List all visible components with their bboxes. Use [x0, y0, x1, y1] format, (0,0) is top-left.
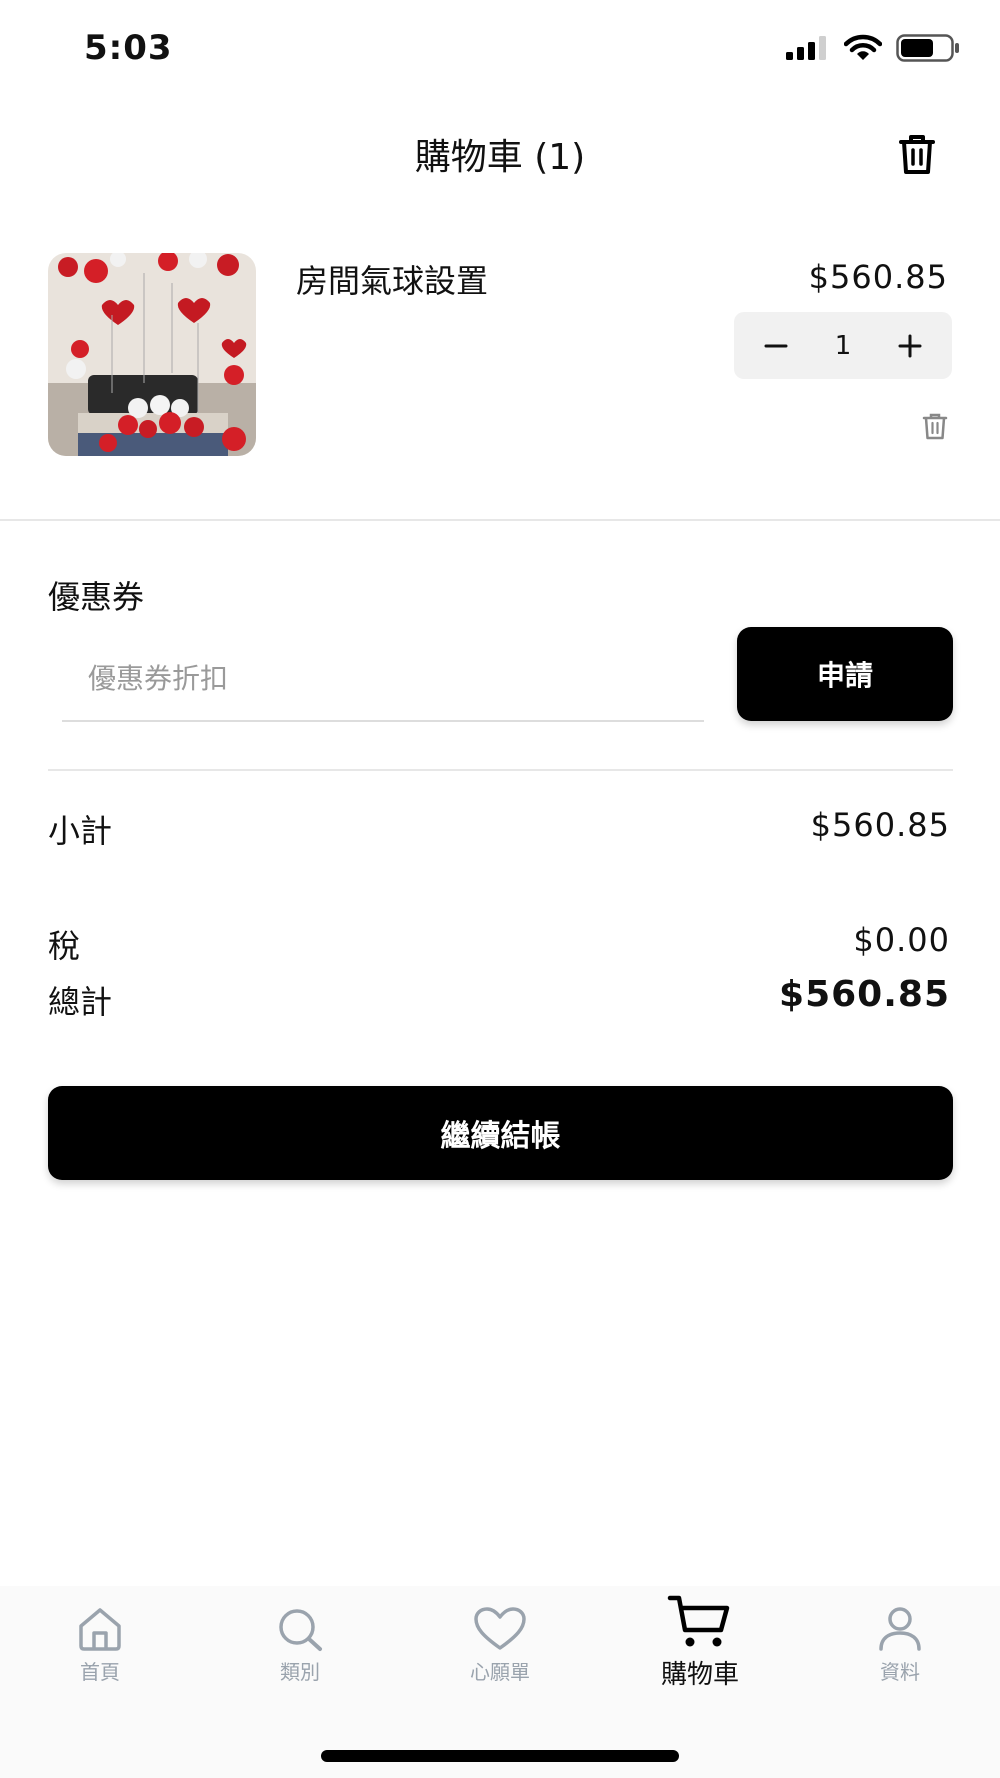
cart-icon — [667, 1595, 730, 1647]
divider — [48, 769, 953, 771]
status-icons — [786, 34, 960, 62]
coupon-input[interactable] — [62, 636, 704, 722]
quantity-stepper: 1 — [734, 312, 952, 379]
nav-item-cart[interactable]: 購物車 — [600, 1594, 800, 1691]
divider — [0, 519, 1000, 521]
tax-value: $0.00 — [853, 921, 950, 959]
minus-icon — [764, 344, 788, 347]
clear-cart-trash-icon[interactable] — [893, 130, 941, 178]
balloon-room-photo — [48, 253, 256, 456]
subtotal-label: 小計 — [48, 812, 113, 850]
tax-label: 稅 — [48, 927, 81, 965]
nav-label: 首頁 — [80, 1660, 120, 1684]
total-value: $560.85 — [779, 974, 950, 1015]
total-label: 總計 — [48, 983, 113, 1021]
checkout-button[interactable]: 繼續結帳 — [48, 1086, 953, 1180]
battery-icon — [896, 34, 959, 62]
home-indicator — [321, 1750, 679, 1762]
home-icon — [79, 1608, 121, 1651]
nav-label: 類別 — [280, 1660, 320, 1684]
plus-icon — [898, 334, 922, 357]
decrease-quantity-button[interactable] — [758, 328, 794, 364]
product-image[interactable] — [48, 253, 256, 456]
signal-icon — [786, 36, 826, 60]
user-icon — [879, 1607, 921, 1651]
nav-item-categories[interactable]: 類別 — [200, 1606, 400, 1685]
quantity-value: 1 — [834, 330, 852, 361]
wifi-icon — [844, 34, 882, 60]
nav-label: 心願單 — [470, 1660, 530, 1684]
increase-quantity-button[interactable] — [892, 328, 928, 364]
page-title: 購物車 (1) — [414, 137, 586, 178]
nav-item-profile[interactable]: 資料 — [800, 1606, 1000, 1685]
search-icon — [279, 1609, 322, 1651]
remove-item-trash-icon[interactable] — [920, 411, 950, 441]
product-price: $560.85 — [808, 258, 948, 296]
nav-label: 資料 — [880, 1660, 920, 1684]
nav-label: 購物車 — [660, 1660, 739, 1690]
status-time: 5:03 — [84, 28, 173, 68]
subtotal-value: $560.85 — [810, 806, 950, 844]
product-name[interactable]: 房間氣球設置 — [296, 256, 488, 302]
apply-coupon-button[interactable]: 申請 — [737, 627, 953, 721]
coupon-label: 優惠券 — [48, 578, 145, 616]
nav-item-home[interactable]: 首頁 — [0, 1606, 200, 1685]
nav-item-wishlist[interactable]: 心願單 — [400, 1606, 600, 1685]
heart-icon — [474, 1607, 526, 1650]
